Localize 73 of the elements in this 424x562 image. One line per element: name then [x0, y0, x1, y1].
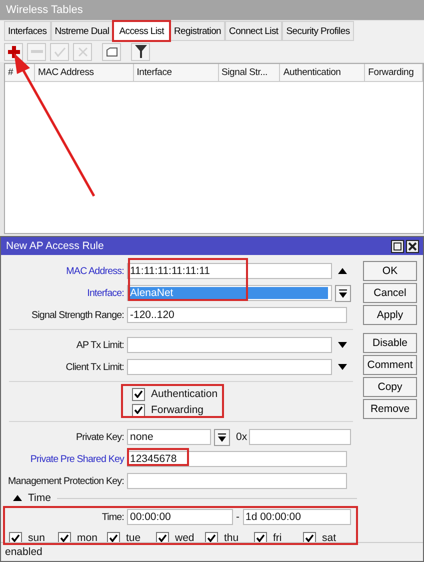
add-button[interactable] — [4, 42, 23, 60]
checkbox-label: Authentication — [151, 388, 218, 400]
field-label: Private Key: — [76, 432, 124, 443]
dialog-button[interactable]: Copy — [363, 377, 417, 397]
column-header[interactable]: # — [8, 67, 14, 78]
comment-button[interactable] — [102, 42, 121, 60]
column-header[interactable]: Forwarding — [368, 67, 414, 78]
down-arrow-icon[interactable] — [338, 364, 347, 370]
checkbox-label: Forwarding — [151, 404, 204, 416]
minus-icon — [30, 50, 42, 54]
dialog-button[interactable]: Apply — [363, 305, 417, 325]
checkbox-label: mon — [77, 532, 98, 544]
tab[interactable]: Registration — [170, 21, 226, 41]
tab[interactable]: Interfaces — [4, 21, 51, 41]
input-field[interactable] — [127, 359, 332, 375]
field-label: Client Tx Limit: — [66, 362, 124, 373]
checkbox-label: fri — [273, 532, 282, 544]
down-arrow-icon[interactable] — [338, 342, 347, 348]
input-field[interactable]: 00:00:00 — [127, 509, 233, 525]
input-field[interactable] — [127, 473, 347, 489]
checkbox[interactable] — [132, 404, 145, 416]
filter-icon — [134, 45, 146, 58]
input-field[interactable] — [127, 337, 332, 353]
hex-prefix: 0x — [236, 431, 248, 443]
note-icon — [106, 46, 118, 56]
field-label: Management Protection Key: — [8, 476, 124, 487]
select-button[interactable] — [335, 284, 351, 302]
input-field[interactable]: 1d 00:00:00 — [242, 509, 351, 525]
field-label: Interface: — [87, 288, 124, 299]
column-header[interactable]: MAC Address — [38, 67, 94, 78]
checkbox-label: wed — [175, 532, 194, 544]
field-label: AP Tx Limit: — [76, 340, 124, 351]
input-field[interactable]: none — [127, 429, 211, 445]
input-field[interactable]: 12345678 — [127, 451, 347, 467]
range-separator: - — [236, 511, 240, 523]
tab[interactable]: Access List — [113, 21, 170, 41]
dialog-button[interactable]: Cancel — [363, 283, 417, 303]
tab[interactable]: Security Profiles — [282, 21, 354, 41]
input-field[interactable]: 11:11:11:11:11:11 — [127, 263, 332, 279]
input-field[interactable]: -120..120 — [127, 307, 347, 323]
checkbox-label: tue — [126, 532, 141, 544]
filter-button[interactable] — [131, 42, 150, 60]
select-button[interactable] — [214, 428, 230, 446]
check-icon — [54, 46, 66, 56]
field-label: Private Pre Shared Key — [30, 454, 124, 465]
section-title: Time — [28, 492, 51, 504]
column-header[interactable]: Authentication — [283, 67, 341, 78]
dialog-button[interactable]: Comment — [363, 355, 417, 375]
cross-icon — [78, 46, 88, 56]
highlight-frame — [127, 448, 189, 466]
field-label: Signal Strength Range: — [31, 310, 124, 321]
dialog-title: New AP Access Rule — [6, 240, 104, 252]
collapse-icon[interactable] — [13, 495, 22, 501]
checkbox[interactable] — [132, 388, 145, 400]
maximize-button[interactable] — [391, 240, 404, 252]
dialog-button[interactable]: Disable — [363, 333, 417, 353]
input-field[interactable] — [249, 429, 351, 445]
field-label: MAC Address: — [66, 266, 124, 277]
column-header[interactable]: Interface — [136, 67, 172, 78]
checkbox-label: sun — [28, 532, 45, 544]
plus-icon — [8, 46, 20, 58]
dialog-button[interactable]: Remove — [363, 399, 417, 419]
window-title: Wireless Tables — [0, 0, 424, 20]
status-bar: enabled — [1, 542, 423, 561]
up-arrow-icon[interactable] — [338, 268, 347, 274]
field-label: Time: — [102, 512, 124, 523]
tab[interactable]: Connect List — [225, 21, 282, 41]
checkbox-label: sat — [322, 532, 336, 544]
close-button[interactable] — [406, 240, 419, 252]
tab[interactable]: Nstreme Dual — [50, 21, 114, 41]
checkbox-label: thu — [224, 532, 239, 544]
dialog-button[interactable]: OK — [363, 261, 417, 281]
column-header[interactable]: Signal Str... — [222, 67, 268, 78]
